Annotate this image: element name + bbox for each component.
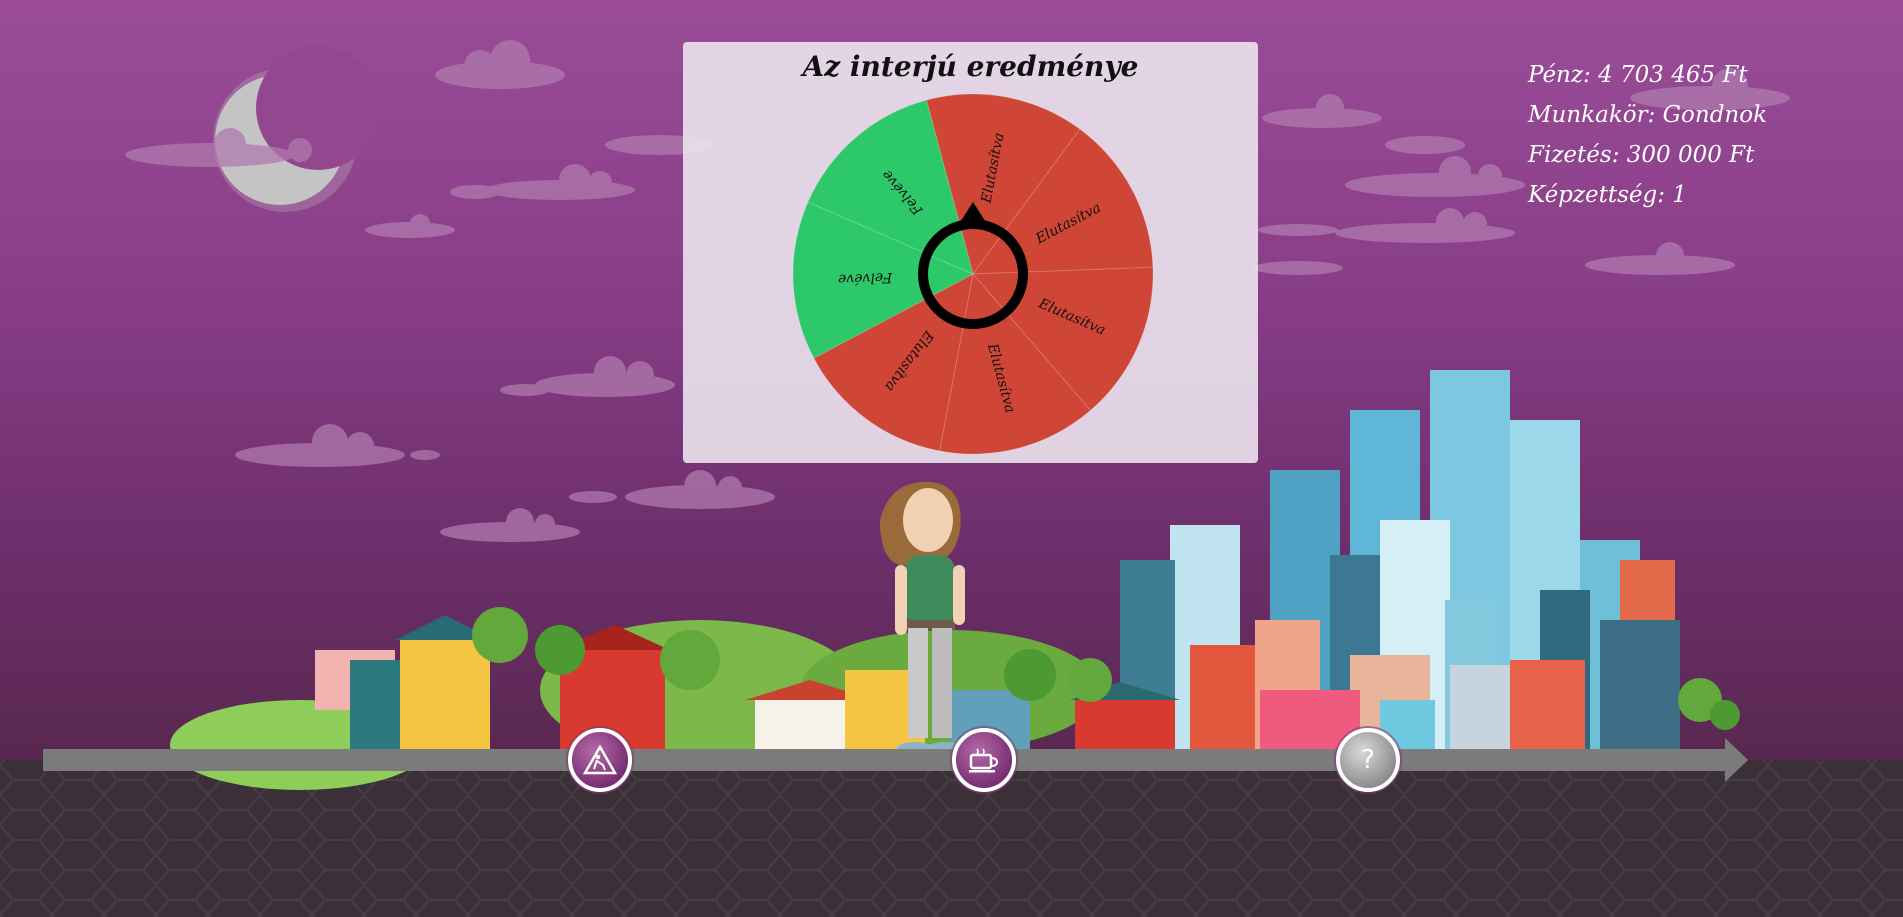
- money-stat: Pénz: 4 703 465 Ft: [1528, 62, 1748, 88]
- question-mark-icon: ?: [1361, 745, 1375, 775]
- player-stats: Pénz: 4 703 465 Ft Munkakör: Gondnok Fiz…: [1528, 55, 1767, 215]
- job-stat: Munkakör: Gondnok: [1528, 102, 1768, 128]
- wheel-segment-label: Felvéve: [838, 269, 894, 287]
- education-stat: Képzettség: 1: [1528, 182, 1687, 208]
- panel-title: Az interjú eredménye: [802, 50, 1139, 83]
- unknown-event-marker[interactable]: ?: [1336, 728, 1400, 792]
- salary-stat: Fizetés: 300 000 Ft: [1528, 142, 1755, 168]
- coffee-cup-icon: [969, 748, 999, 773]
- interview-result-panel: Az interjú eredménye Elutasítva Elutasítv…: [683, 42, 1258, 463]
- moon-icon: [213, 46, 380, 212]
- game-scene: Pénz: 4 703 465 Ft Munkakör: Gondnok Fiz…: [0, 0, 1903, 917]
- result-wheel[interactable]: ElutasítvaElutasítvaElutasítvaElutasítva…: [791, 92, 1155, 456]
- road-work-marker[interactable]: [568, 728, 632, 792]
- road-work-icon: [583, 745, 617, 775]
- coffee-break-marker[interactable]: [952, 728, 1016, 792]
